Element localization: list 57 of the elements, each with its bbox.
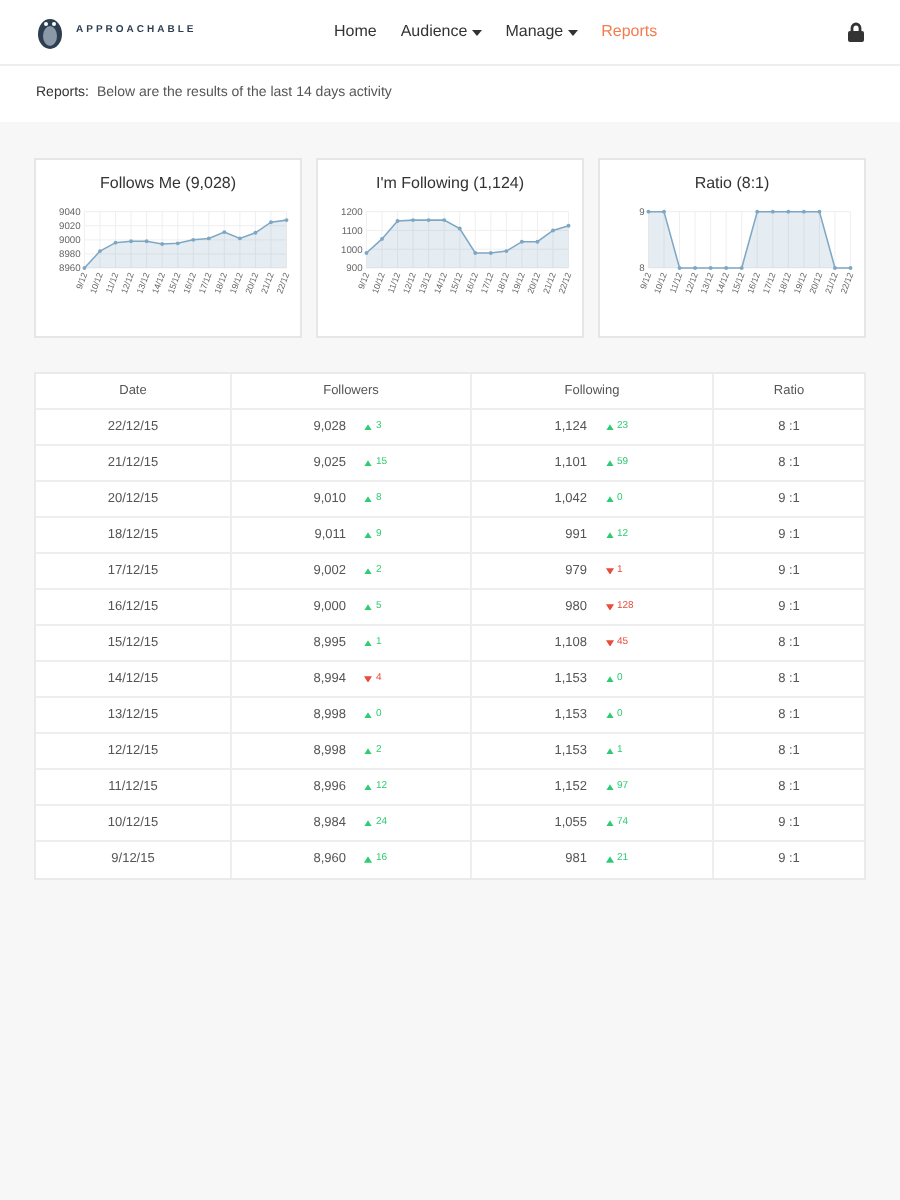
data-point: [253, 230, 258, 235]
chart-title: Ratio (8:1): [694, 172, 770, 196]
up-triangle-icon: [364, 639, 372, 647]
data-point: [770, 209, 775, 214]
data-point: [504, 249, 509, 254]
chart-title: Follows Me (9,028): [99, 172, 237, 196]
data-point: [535, 239, 540, 244]
down-triangle-icon: [605, 639, 613, 647]
data-point: [144, 239, 149, 244]
up-triangle-icon: [605, 783, 613, 791]
data-point: [237, 236, 242, 241]
up-triangle-icon: [605, 819, 613, 827]
data-point: [646, 209, 651, 214]
up-triangle-icon: [605, 531, 613, 539]
down-triangle-icon: [605, 603, 613, 611]
data-point: [411, 218, 416, 223]
data-point: [426, 218, 431, 223]
data-point: [786, 209, 791, 214]
up-triangle-icon: [605, 675, 613, 683]
data-point: [457, 226, 462, 231]
down-triangle-icon: [605, 567, 613, 575]
data-point: [129, 239, 134, 244]
chart-title: I'm Following (1,124): [376, 172, 524, 196]
up-triangle-icon: [364, 783, 372, 791]
up-triangle-icon: [364, 459, 372, 467]
data-point: [801, 209, 806, 214]
down-triangle-icon: [364, 675, 372, 683]
up-triangle-icon: [605, 747, 613, 755]
up-triangle-icon: [364, 747, 372, 755]
up-triangle-icon: [605, 495, 613, 503]
up-triangle-icon: [364, 819, 372, 827]
data-point: [175, 241, 180, 246]
up-triangle-icon: [364, 567, 372, 575]
data-point: [817, 209, 822, 214]
up-triangle-icon: [605, 711, 613, 719]
data-point: [191, 237, 196, 242]
data-point: [755, 209, 760, 214]
data-point: [519, 239, 524, 244]
nav-link[interactable]: Home: [334, 20, 377, 44]
data-point: [284, 218, 289, 223]
nav-link[interactable]: Manage: [505, 20, 578, 44]
lock-icon[interactable]: [848, 22, 864, 42]
penguin-icon: [36, 14, 64, 50]
data-point: [566, 223, 571, 228]
up-triangle-icon: [605, 459, 613, 467]
data-point: [113, 240, 118, 245]
data-point: [206, 236, 211, 241]
up-triangle-icon: [364, 711, 372, 719]
up-triangle-icon: [364, 603, 372, 611]
up-triangle-icon: [364, 531, 372, 539]
up-triangle-icon: [364, 495, 372, 503]
nav-link[interactable]: Audience: [400, 20, 482, 44]
up-triangle-icon: [364, 856, 372, 864]
data-point: [442, 218, 447, 223]
up-triangle-icon: [364, 423, 372, 431]
up-triangle-icon: [605, 423, 613, 431]
up-triangle-icon: [605, 856, 613, 864]
